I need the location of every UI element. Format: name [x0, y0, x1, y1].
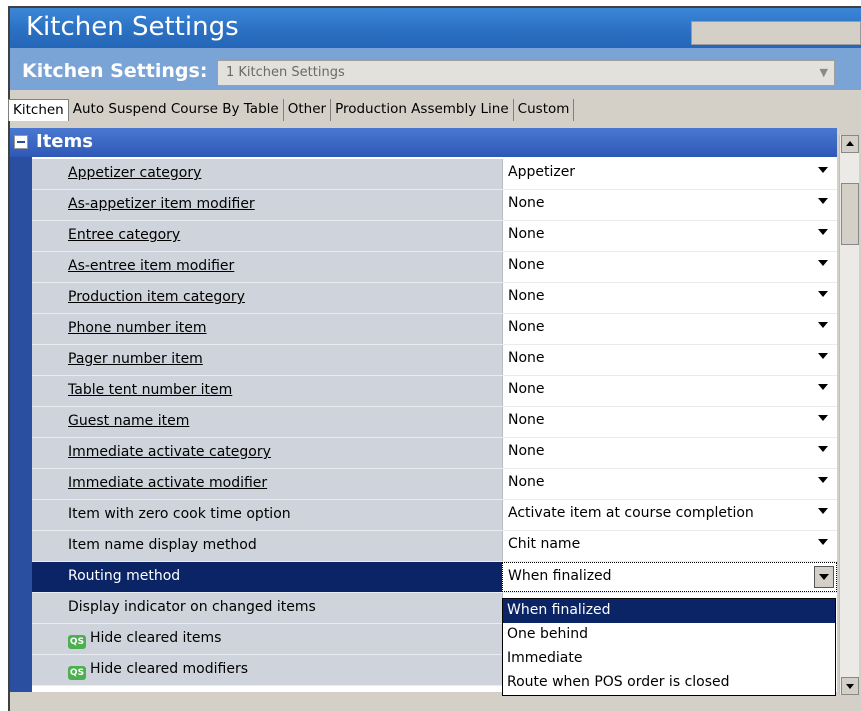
tab-production-assembly-line[interactable]: Production Assembly Line — [331, 99, 514, 121]
minus-box-icon[interactable] — [14, 135, 28, 149]
chevron-down-icon[interactable] — [818, 229, 828, 235]
arrow-down-icon — [846, 684, 854, 689]
settings-combo-value: 1 Kitchen Settings — [226, 65, 345, 80]
property-label: Appetizer category — [68, 165, 202, 181]
property-value[interactable]: Activate item at course completion — [502, 500, 837, 530]
scroll-down-button[interactable] — [841, 677, 859, 695]
property-label: Guest name item — [68, 413, 190, 429]
property-label: Item with zero cook time option — [68, 506, 291, 522]
selector-label: Kitchen Settings: — [22, 60, 208, 82]
property-label: Immediate activate modifier — [68, 475, 268, 491]
property-label: Table tent number item — [68, 382, 233, 398]
property-value[interactable]: None — [502, 252, 837, 282]
property-row[interactable]: As-appetizer item modifier None — [32, 190, 837, 221]
title-bar: Kitchen Settings — [10, 8, 861, 48]
property-value[interactable]: None — [502, 438, 837, 468]
tab-other[interactable]: Other — [283, 99, 332, 121]
property-row[interactable]: Item with zero cook time option Activate… — [32, 500, 837, 531]
grid-gutter — [10, 128, 32, 692]
property-row[interactable]: Table tent number item None — [32, 376, 837, 407]
chevron-down-icon[interactable] — [818, 260, 828, 266]
chevron-down-icon[interactable] — [818, 446, 828, 452]
property-label: QS Hide cleared items — [68, 630, 222, 649]
chevron-down-icon[interactable] — [818, 198, 828, 204]
dropdown-option[interactable]: Route when POS order is closed — [503, 671, 835, 695]
scroll-thumb[interactable] — [841, 183, 859, 245]
section-title: Items — [36, 131, 93, 152]
routing-method-combo[interactable]: When finalized — [502, 562, 837, 592]
property-label: Item name display method — [68, 537, 257, 553]
section-header-items: Items — [10, 128, 837, 157]
qs-icon: QS — [68, 666, 86, 680]
property-label: Production item category — [68, 289, 245, 305]
dropdown-option[interactable]: When finalized — [503, 599, 835, 623]
property-value[interactable]: None — [502, 345, 837, 375]
property-value[interactable]: None — [502, 407, 837, 437]
chevron-down-icon[interactable] — [818, 415, 828, 421]
tab-strip: Kitchen Auto Suspend Course By Table Oth… — [8, 99, 575, 121]
property-row[interactable]: As-entree item modifier None — [32, 252, 837, 283]
property-label: Immediate activate category — [68, 444, 271, 460]
chevron-down-icon[interactable] — [818, 167, 828, 173]
scroll-up-button[interactable] — [841, 135, 859, 153]
property-label: Display indicator on changed items — [68, 599, 316, 615]
chevron-down-icon[interactable] — [818, 353, 828, 359]
property-row[interactable]: Guest name item None — [32, 407, 837, 438]
settings-combo[interactable]: 1 Kitchen Settings ▼ — [217, 60, 835, 86]
property-row[interactable]: Immediate activate category None — [32, 438, 837, 469]
chevron-down-icon[interactable] — [818, 508, 828, 514]
routing-method-dropdown-list: When finalized One behind Immediate Rout… — [502, 598, 836, 696]
dropdown-button[interactable] — [814, 566, 834, 588]
selector-bar: Kitchen Settings: 1 Kitchen Settings ▼ — [10, 48, 861, 90]
qs-icon: QS — [68, 635, 86, 649]
property-row[interactable]: Item name display method Chit name — [32, 531, 837, 562]
tab-auto-suspend-course-by-table[interactable]: Auto Suspend Course By Table — [68, 99, 284, 121]
property-value[interactable]: None — [502, 221, 837, 251]
tab-kitchen[interactable]: Kitchen — [8, 99, 69, 121]
dropdown-option[interactable]: One behind — [503, 623, 835, 647]
dropdown-option[interactable]: Immediate — [503, 647, 835, 671]
property-value[interactable]: None — [502, 190, 837, 220]
property-row-selected[interactable]: Routing method When finalized — [32, 562, 837, 593]
property-value[interactable]: None — [502, 314, 837, 344]
property-label: Entree category — [68, 227, 181, 243]
chevron-down-icon — [819, 574, 829, 580]
property-value[interactable]: None — [502, 283, 837, 313]
chevron-down-icon[interactable] — [818, 322, 828, 328]
vertical-scrollbar[interactable] — [839, 135, 859, 695]
chevron-down-icon[interactable] — [818, 384, 828, 390]
chevron-down-icon[interactable] — [818, 539, 828, 545]
tab-custom[interactable]: Custom — [513, 99, 575, 121]
property-label: QS Hide cleared modifiers — [68, 661, 249, 680]
property-label: Pager number item — [68, 351, 203, 367]
property-row[interactable]: Production item category None — [32, 283, 837, 314]
property-label: As-appetizer item modifier — [68, 196, 255, 212]
property-value[interactable]: Chit name — [502, 531, 837, 561]
property-label: Phone number item — [68, 320, 207, 336]
property-value[interactable]: None — [502, 469, 837, 499]
property-value[interactable]: None — [502, 376, 837, 406]
chevron-down-icon[interactable] — [818, 477, 828, 483]
property-value[interactable]: Appetizer — [502, 159, 837, 189]
title-bar-box — [691, 21, 861, 45]
property-row[interactable]: Immediate activate modifier None — [32, 469, 837, 500]
window-title: Kitchen Settings — [26, 12, 239, 42]
property-row[interactable]: Pager number item None — [32, 345, 837, 376]
chevron-down-icon: ▼ — [819, 66, 828, 79]
property-row[interactable]: Phone number item None — [32, 314, 837, 345]
property-label: As-entree item modifier — [68, 258, 235, 274]
property-label: Routing method — [32, 562, 502, 592]
property-row[interactable]: Appetizer category Appetizer — [32, 159, 837, 190]
arrow-up-icon — [846, 141, 854, 146]
property-row[interactable]: Entree category None — [32, 221, 837, 252]
chevron-down-icon[interactable] — [818, 291, 828, 297]
